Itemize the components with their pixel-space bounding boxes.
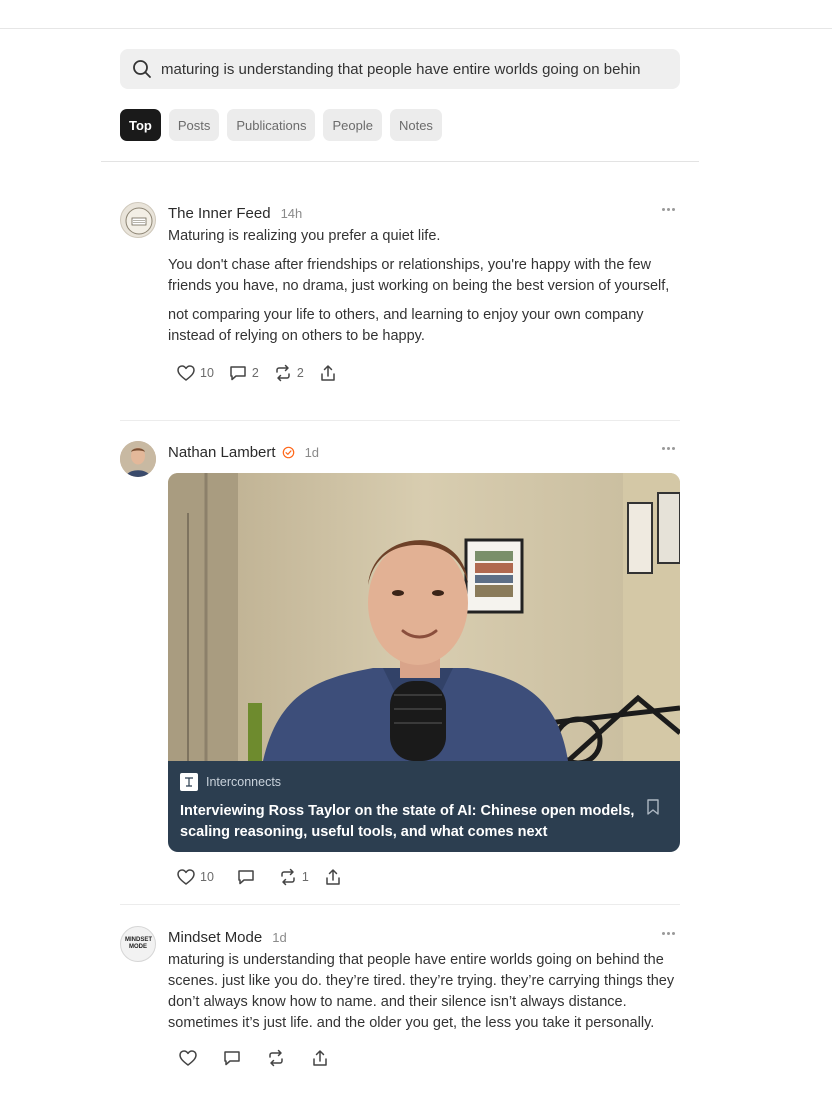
post-cover-image xyxy=(168,473,680,761)
post-title[interactable]: Interviewing Ross Taylor on the state of… xyxy=(180,801,640,843)
restack-button[interactable]: 2 xyxy=(273,363,304,383)
bookmark-icon[interactable] xyxy=(646,799,660,815)
note-item: MINDSET MODE Mindset Mode 1d maturing is… xyxy=(120,926,680,1096)
comment-button[interactable]: 2 xyxy=(228,363,259,383)
comment-count: 2 xyxy=(251,366,259,380)
restack-icon xyxy=(281,868,295,886)
note-text: Maturing is realizing you prefer a quiet… xyxy=(168,228,441,244)
comment-icon xyxy=(224,1051,240,1066)
note-divider xyxy=(120,904,680,905)
author-name[interactable]: Mindset Mode xyxy=(168,929,262,946)
comment-button[interactable] xyxy=(236,867,256,887)
note-text: not comparing your life to others, and l… xyxy=(168,307,644,344)
share-button[interactable] xyxy=(318,363,338,383)
author-name[interactable]: Nathan Lambert xyxy=(168,444,276,461)
note-actions: 10 2 2 xyxy=(176,361,680,385)
restack-count: 2 xyxy=(296,366,304,380)
note-actions: 10 1 xyxy=(176,865,680,889)
heart-icon xyxy=(177,869,195,885)
like-count: 10 xyxy=(200,366,214,380)
like-button[interactable] xyxy=(178,1048,198,1068)
tab-publications[interactable]: Publications xyxy=(227,109,316,141)
heart-icon xyxy=(179,1050,197,1066)
share-button[interactable] xyxy=(323,867,343,887)
search-tabs: Top Posts Publications People Notes xyxy=(120,109,442,141)
tab-people[interactable]: People xyxy=(323,109,382,141)
tab-posts[interactable]: Posts xyxy=(168,109,220,141)
tab-top[interactable]: Top xyxy=(120,109,161,141)
more-options-icon[interactable] xyxy=(662,932,678,938)
note-time: 14h xyxy=(280,205,303,221)
post-card-footer: Interconnects Interviewing Ross Taylor o… xyxy=(168,761,680,852)
avatar-logo-text: MINDSET MODE xyxy=(125,937,152,950)
comment-icon xyxy=(238,870,254,885)
search-input[interactable]: maturing is understanding that people ha… xyxy=(161,61,651,78)
more-options-icon[interactable] xyxy=(662,447,678,453)
like-button[interactable]: 10 xyxy=(176,363,214,383)
restack-button[interactable] xyxy=(266,1048,286,1068)
note-text: maturing is understanding that people ha… xyxy=(168,952,675,1031)
like-button[interactable]: 10 xyxy=(176,867,214,887)
inner-feed-logo-icon xyxy=(125,207,153,235)
avatar[interactable] xyxy=(120,441,156,477)
note-text: You don't chase after friendships or rel… xyxy=(168,257,670,294)
note-divider xyxy=(120,420,680,421)
restack-icon xyxy=(276,364,290,382)
avatar[interactable] xyxy=(120,202,156,238)
verified-badge-icon xyxy=(282,446,294,458)
search-icon xyxy=(133,60,151,78)
top-bar xyxy=(0,0,832,29)
note-time: 1d xyxy=(304,444,320,460)
avatar[interactable]: MINDSET MODE xyxy=(120,926,156,962)
share-icon xyxy=(313,1050,327,1066)
search-bar[interactable]: maturing is understanding that people ha… xyxy=(120,49,680,89)
share-button[interactable] xyxy=(310,1048,330,1068)
restack-count: 1 xyxy=(301,870,309,884)
publication-logo-icon xyxy=(180,773,198,791)
publication-name[interactable]: Interconnects xyxy=(206,775,281,789)
like-count: 10 xyxy=(200,870,214,884)
heart-icon xyxy=(177,365,195,381)
comment-button[interactable] xyxy=(222,1048,242,1068)
more-options-icon[interactable] xyxy=(662,208,678,214)
note-item: The Inner Feed 14h Maturing is realizing… xyxy=(120,202,680,412)
note-item: Nathan Lambert 1d Interconnects Intervie… xyxy=(120,441,680,896)
comment-icon xyxy=(230,366,246,381)
share-icon xyxy=(326,869,340,885)
restack-icon xyxy=(269,1049,283,1067)
author-name[interactable]: The Inner Feed xyxy=(168,205,271,222)
restack-button[interactable]: 1 xyxy=(278,867,309,887)
note-actions xyxy=(178,1046,680,1070)
note-time: 1d xyxy=(272,929,287,945)
profile-photo-icon xyxy=(120,441,156,477)
tab-notes[interactable]: Notes xyxy=(389,109,442,141)
tabs-divider xyxy=(101,161,699,162)
share-icon xyxy=(321,365,335,381)
linked-post-card[interactable]: Interconnects Interviewing Ross Taylor o… xyxy=(168,473,680,852)
